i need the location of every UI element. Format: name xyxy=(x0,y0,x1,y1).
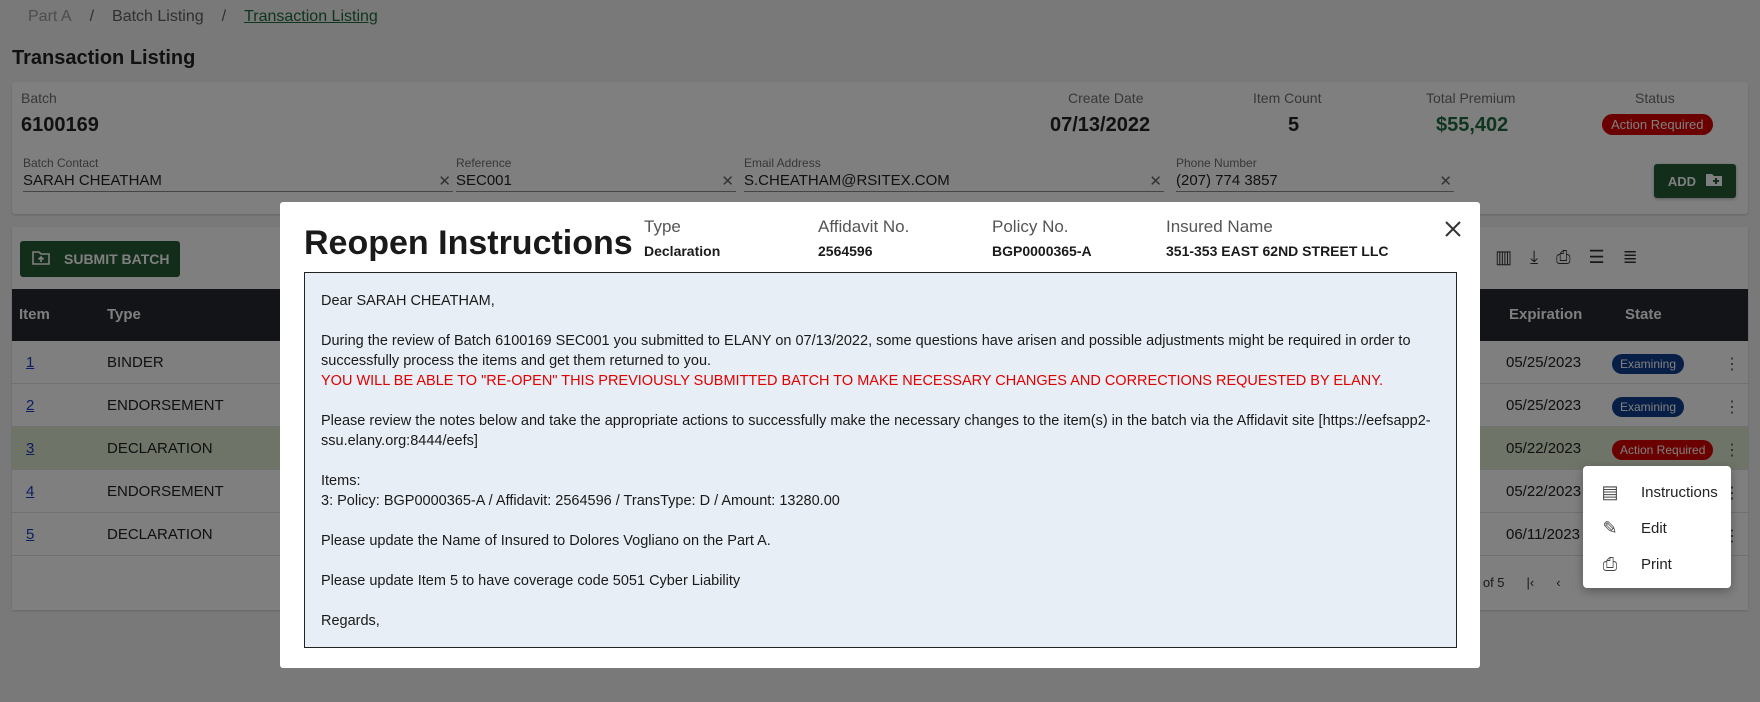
menu-item-edit[interactable]: ✎ Edit xyxy=(1583,510,1731,546)
letter-paragraph: During the review of Batch 6100169 SEC00… xyxy=(321,333,1411,369)
instructions-icon: ▤ xyxy=(1601,481,1619,502)
affidavit-label: Affidavit No. xyxy=(818,217,910,236)
letter-note: Please update Item 5 to have coverage co… xyxy=(321,573,741,589)
letter-warning: YOU WILL BE ABLE TO "RE-OPEN" THIS PREVI… xyxy=(321,373,1384,389)
letter-items-heading: Items: xyxy=(321,473,361,489)
menu-item-label: Print xyxy=(1641,555,1672,573)
instructions-letter: Dear SARAH CHEATHAM, During the review o… xyxy=(304,272,1457,648)
menu-item-instructions[interactable]: ▤ Instructions xyxy=(1583,474,1731,510)
type-value: Declaration xyxy=(644,243,721,259)
dialog-title: Reopen Instructions xyxy=(304,224,633,262)
printer-icon: ⎙ xyxy=(1602,553,1618,574)
letter-item-line: 3: Policy: BGP0000365-A / Affidavit: 256… xyxy=(321,493,840,509)
insured-value: 351-353 EAST 62ND STREET LLC xyxy=(1166,243,1389,259)
letter-note: Please update the Name of Insured to Dol… xyxy=(321,533,771,549)
type-label: Type xyxy=(644,217,681,236)
letter-closing: Regards, xyxy=(321,613,380,629)
letter-paragraph: Please review the notes below and take t… xyxy=(321,413,1431,449)
row-action-menu: ▤ Instructions ✎ Edit ⎙ Print xyxy=(1583,466,1731,588)
affidavit-info: Affidavit No. 2564596 xyxy=(818,217,909,259)
menu-item-label: Instructions xyxy=(1641,483,1718,501)
close-icon[interactable] xyxy=(1440,216,1466,242)
menu-item-label: Edit xyxy=(1641,519,1667,537)
affidavit-value: 2564596 xyxy=(818,243,873,259)
policy-info: Policy No. BGP0000365-A xyxy=(992,217,1092,259)
insured-label: Insured Name xyxy=(1166,217,1273,236)
policy-value: BGP0000365-A xyxy=(992,243,1092,259)
insured-info: Insured Name 351-353 EAST 62ND STREET LL… xyxy=(1166,217,1389,259)
type-info: Type Declaration xyxy=(644,217,720,259)
pencil-icon: ✎ xyxy=(1602,517,1618,538)
menu-item-print[interactable]: ⎙ Print xyxy=(1583,546,1731,582)
policy-label: Policy No. xyxy=(992,217,1069,236)
reopen-instructions-dialog: Reopen Instructions Type Declaration Aff… xyxy=(280,202,1480,668)
letter-greeting: Dear SARAH CHEATHAM, xyxy=(321,293,495,309)
